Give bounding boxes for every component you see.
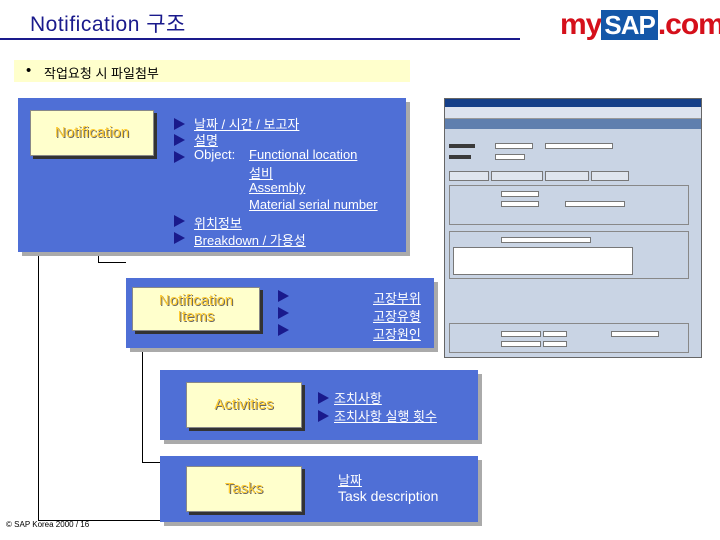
sap-field bbox=[501, 237, 591, 243]
sap-label bbox=[449, 155, 471, 159]
arrow-icon bbox=[174, 118, 185, 130]
notification-item-object: Object: bbox=[194, 147, 236, 162]
sap-menubar bbox=[445, 99, 701, 107]
notification-items-box: Notification Items bbox=[132, 287, 260, 331]
notification-box: Notification bbox=[30, 110, 154, 156]
activity-action: 조치사항 bbox=[334, 391, 382, 406]
connector-to-items bbox=[98, 262, 126, 263]
sap-field bbox=[611, 331, 659, 337]
sap-field bbox=[501, 331, 541, 337]
sap-field bbox=[565, 201, 625, 207]
arrow-icon bbox=[278, 290, 289, 302]
sap-tab bbox=[449, 171, 489, 181]
sap-field bbox=[501, 341, 541, 347]
connector-to-activities bbox=[142, 462, 160, 463]
sap-field bbox=[495, 143, 533, 149]
arrow-icon bbox=[174, 151, 185, 163]
failure-location: 고장부위 bbox=[373, 291, 421, 306]
sap-tab bbox=[545, 171, 589, 181]
footer: © SAP Korea 2000 / 16 bbox=[6, 520, 89, 529]
sap-screenshot bbox=[444, 98, 702, 358]
arrow-icon bbox=[278, 307, 289, 319]
copyright-icon: © bbox=[6, 520, 12, 529]
sap-field bbox=[495, 154, 525, 160]
sap-field bbox=[543, 331, 567, 337]
arrow-icon bbox=[174, 134, 185, 146]
sap-field bbox=[501, 191, 539, 197]
sap-tab bbox=[491, 171, 543, 181]
connector-vertical-3 bbox=[142, 352, 143, 462]
logo-sap: SAP bbox=[601, 10, 658, 40]
notification-item-breakdown: Breakdown / 가용성 bbox=[194, 233, 306, 248]
page-title: Notification 구조 bbox=[30, 13, 186, 36]
failure-cause: 고장원인 bbox=[373, 327, 421, 342]
notification-item-serial-number: Material serial number bbox=[249, 197, 378, 212]
sap-title-strip bbox=[445, 119, 701, 129]
sap-tab bbox=[591, 171, 629, 181]
arrow-icon bbox=[318, 410, 329, 422]
task-date: 날짜 bbox=[338, 473, 362, 488]
failure-type: 고장유형 bbox=[373, 309, 421, 324]
arrow-icon bbox=[174, 215, 185, 227]
tasks-box: Tasks bbox=[186, 466, 302, 512]
bullet-dot-icon: • bbox=[26, 62, 32, 79]
mysap-logo: mySAP.com™ bbox=[560, 8, 720, 42]
sap-toolbar bbox=[445, 107, 701, 119]
task-description: Task description bbox=[338, 488, 439, 504]
bullet-text: 작업요청 시 파일첨부 bbox=[44, 66, 159, 81]
notification-item-functional-location: Functional location bbox=[249, 147, 358, 162]
sap-field bbox=[545, 143, 613, 149]
arrow-icon bbox=[318, 392, 329, 404]
activities-box: Activities bbox=[186, 382, 302, 428]
sap-field bbox=[543, 341, 567, 347]
logo-my: my bbox=[560, 8, 602, 41]
sap-label bbox=[449, 144, 475, 148]
sap-field bbox=[501, 201, 539, 207]
logo-com: .com bbox=[657, 8, 720, 41]
arrow-icon bbox=[278, 324, 289, 336]
sap-text-area bbox=[453, 247, 633, 275]
notification-item-assembly: Assembly bbox=[249, 180, 306, 195]
title-underline bbox=[0, 38, 520, 40]
activity-count: 조치사항 실행 횟수 bbox=[334, 409, 437, 424]
arrow-icon bbox=[174, 232, 185, 244]
footer-text: SAP Korea 2000 / 16 bbox=[14, 520, 90, 529]
sap-dates-group bbox=[449, 323, 689, 353]
